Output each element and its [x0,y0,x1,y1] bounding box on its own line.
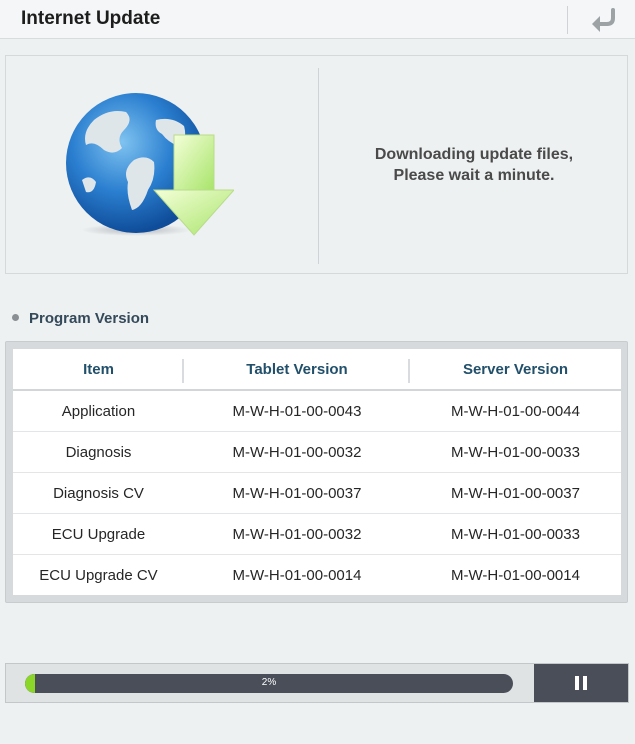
banner-divider [318,68,319,264]
table-row: ECU Upgrade CV M-W-H-01-00-0014 M-W-H-01… [13,555,621,596]
cell-tablet-version: M-W-H-01-00-0043 [184,390,410,432]
cell-server-version: M-W-H-01-00-0044 [410,390,621,432]
table-row: Diagnosis CV M-W-H-01-00-0037 M-W-H-01-0… [13,472,621,514]
version-table: Item Tablet Version Server Version Appli… [13,349,621,595]
cell-tablet-version: M-W-H-01-00-0014 [232,566,362,584]
version-table-container: Item Tablet Version Server Version Appli… [5,341,628,603]
cell-item: ECU Upgrade [13,513,184,555]
table-row: Diagnosis M-W-H-01-00-0032 M-W-H-01-00-0… [13,431,621,473]
download-banner: Downloading update files, Please wait a … [5,55,628,274]
cell-item: ECU Upgrade CV [39,566,158,584]
progress-bar: 2% [25,674,513,693]
cell-server-version: M-W-H-01-00-0033 [410,431,621,473]
cell-item: Application [13,390,184,432]
status-line-2: Please wait a minute. [393,167,555,184]
table-row: Application M-W-H-01-00-0043 M-W-H-01-00… [13,390,621,432]
cell-server-version: M-W-H-01-00-0037 [410,472,621,514]
page-title: Internet Update [21,8,161,29]
pause-button[interactable] [534,664,628,702]
table-row: ECU Upgrade M-W-H-01-00-0032 M-W-H-01-00… [13,513,621,555]
progress-label: 2% [261,677,277,688]
column-header-item: Item [13,349,184,391]
cell-tablet-version: M-W-H-01-00-0032 [184,431,410,473]
cell-item: Diagnosis [13,431,184,473]
cell-server-version: M-W-H-01-00-0014 [451,566,580,584]
cell-tablet-version: M-W-H-01-00-0037 [184,472,410,514]
column-header-server-version: Server Version [410,349,621,391]
progress-area: 2% [5,663,629,703]
back-arrow-icon [592,8,615,32]
column-header-tablet-version: Tablet Version [184,349,410,391]
status-line-1: Downloading update files, [374,146,574,163]
program-version-heading: Program Version [12,310,149,327]
header-bar: Internet Update [0,0,635,39]
back-button[interactable] [580,2,626,36]
table-header-row: Item Tablet Version Server Version [13,349,621,391]
cell-tablet-version: M-W-H-01-00-0032 [184,513,410,555]
globe-download-icon [64,90,236,240]
header-divider [567,6,568,34]
bullet-icon [12,313,19,321]
download-status-message: Downloading update files, Please wait a … [324,144,624,186]
cell-item: Diagnosis CV [13,472,184,514]
cell-server-version: M-W-H-01-00-0033 [410,513,621,555]
program-version-label: Program Version [29,310,150,327]
